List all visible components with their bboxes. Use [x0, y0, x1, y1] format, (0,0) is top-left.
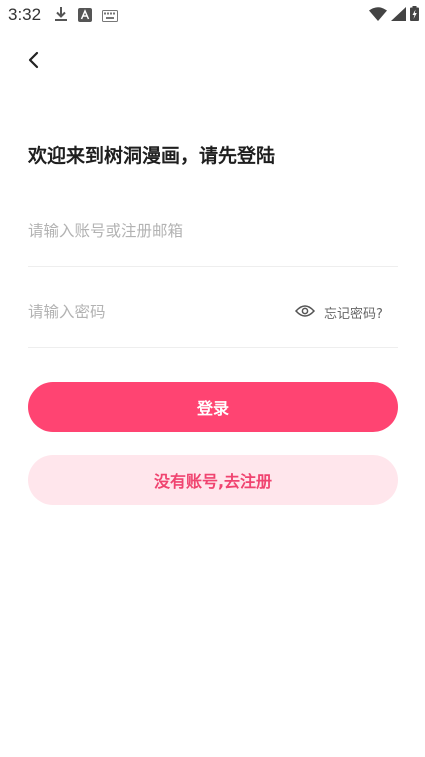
status-time: 3:32 — [8, 5, 42, 24]
keyboard-icon — [102, 7, 118, 26]
battery-charging-icon — [410, 6, 419, 25]
register-button[interactable]: 没有账号,去注册 — [28, 455, 398, 505]
password-input[interactable] — [28, 292, 268, 332]
status-left-icons — [54, 6, 118, 26]
status-bar: 3:32 — [0, 0, 425, 30]
account-input[interactable] — [28, 211, 268, 251]
signal-icon — [391, 6, 406, 25]
show-password-toggle[interactable] — [294, 302, 316, 322]
chevron-left-icon — [27, 50, 41, 74]
account-divider — [28, 266, 398, 267]
password-field: 忘记密码? — [28, 292, 398, 332]
wifi-icon — [369, 6, 387, 25]
a-notification-icon — [78, 7, 92, 26]
account-field — [28, 211, 398, 251]
forgot-password-link[interactable]: 忘记密码? — [324, 303, 383, 322]
download-icon — [54, 6, 68, 26]
status-right-icons — [369, 6, 419, 25]
page-title: 欢迎来到树洞漫画，请先登陆 — [28, 145, 276, 167]
eye-icon — [294, 303, 316, 322]
login-button[interactable]: 登录 — [28, 382, 398, 432]
back-button[interactable] — [20, 48, 48, 76]
password-divider — [28, 347, 398, 348]
